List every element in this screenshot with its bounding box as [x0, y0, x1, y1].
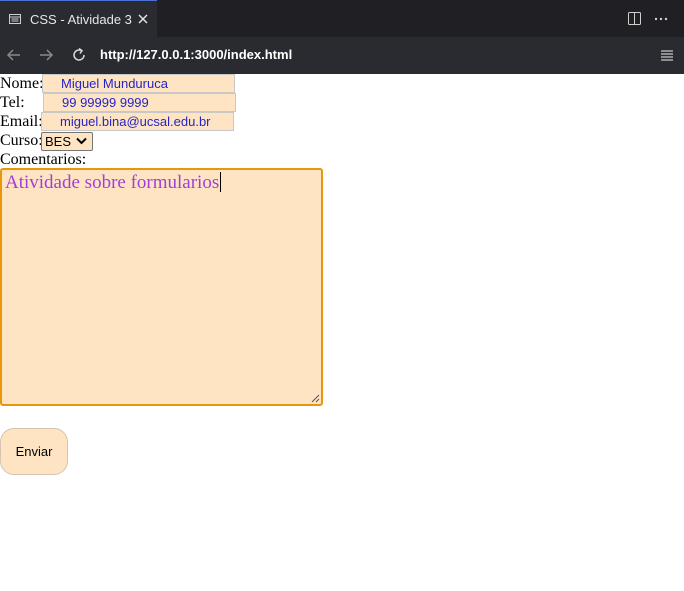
curso-label: Curso: — [0, 132, 43, 149]
email-label: Email: — [0, 113, 43, 130]
comentarios-label: Comentarios: — [0, 151, 87, 168]
comentarios-text: Atividade sobre formularios — [5, 172, 220, 193]
reload-icon[interactable] — [70, 46, 88, 64]
email-input[interactable]: miguel.bina@ucsal.edu.br — [41, 112, 234, 131]
chevron-down-icon — [76, 137, 87, 145]
resize-handle-icon[interactable] — [311, 394, 320, 403]
back-arrow-icon[interactable] — [5, 46, 23, 64]
tab-title: CSS - Atividade 3 — [30, 12, 132, 27]
browser-tab[interactable]: CSS - Atividade 3 — [0, 0, 157, 37]
nome-input[interactable]: Miguel Munduruca — [42, 74, 235, 93]
more-icon[interactable] — [653, 12, 669, 25]
text-caret — [220, 172, 222, 192]
curso-select[interactable]: BES — [41, 132, 93, 151]
tab-bar: CSS - Atividade 3 — [0, 0, 684, 38]
split-editor-icon[interactable] — [628, 12, 641, 25]
close-icon[interactable] — [137, 13, 149, 25]
nome-label: Nome: — [0, 75, 44, 92]
tel-input[interactable]: 99 99999 9999 — [43, 93, 236, 112]
page-content: Nome: Miguel Munduruca Tel: 99 99999 999… — [0, 74, 684, 591]
enviar-button[interactable]: Enviar — [0, 428, 68, 475]
url-bar[interactable]: http://127.0.0.1:3000/index.html — [100, 47, 292, 62]
forward-arrow-icon[interactable] — [37, 46, 55, 64]
tel-label: Tel: — [0, 94, 25, 111]
comentarios-textarea[interactable]: Atividade sobre formularios — [0, 168, 323, 406]
menu-icon[interactable] — [660, 48, 674, 62]
page-icon — [9, 14, 21, 24]
navigation-bar: http://127.0.0.1:3000/index.html — [0, 37, 684, 74]
curso-selected-value: BES — [45, 134, 72, 149]
